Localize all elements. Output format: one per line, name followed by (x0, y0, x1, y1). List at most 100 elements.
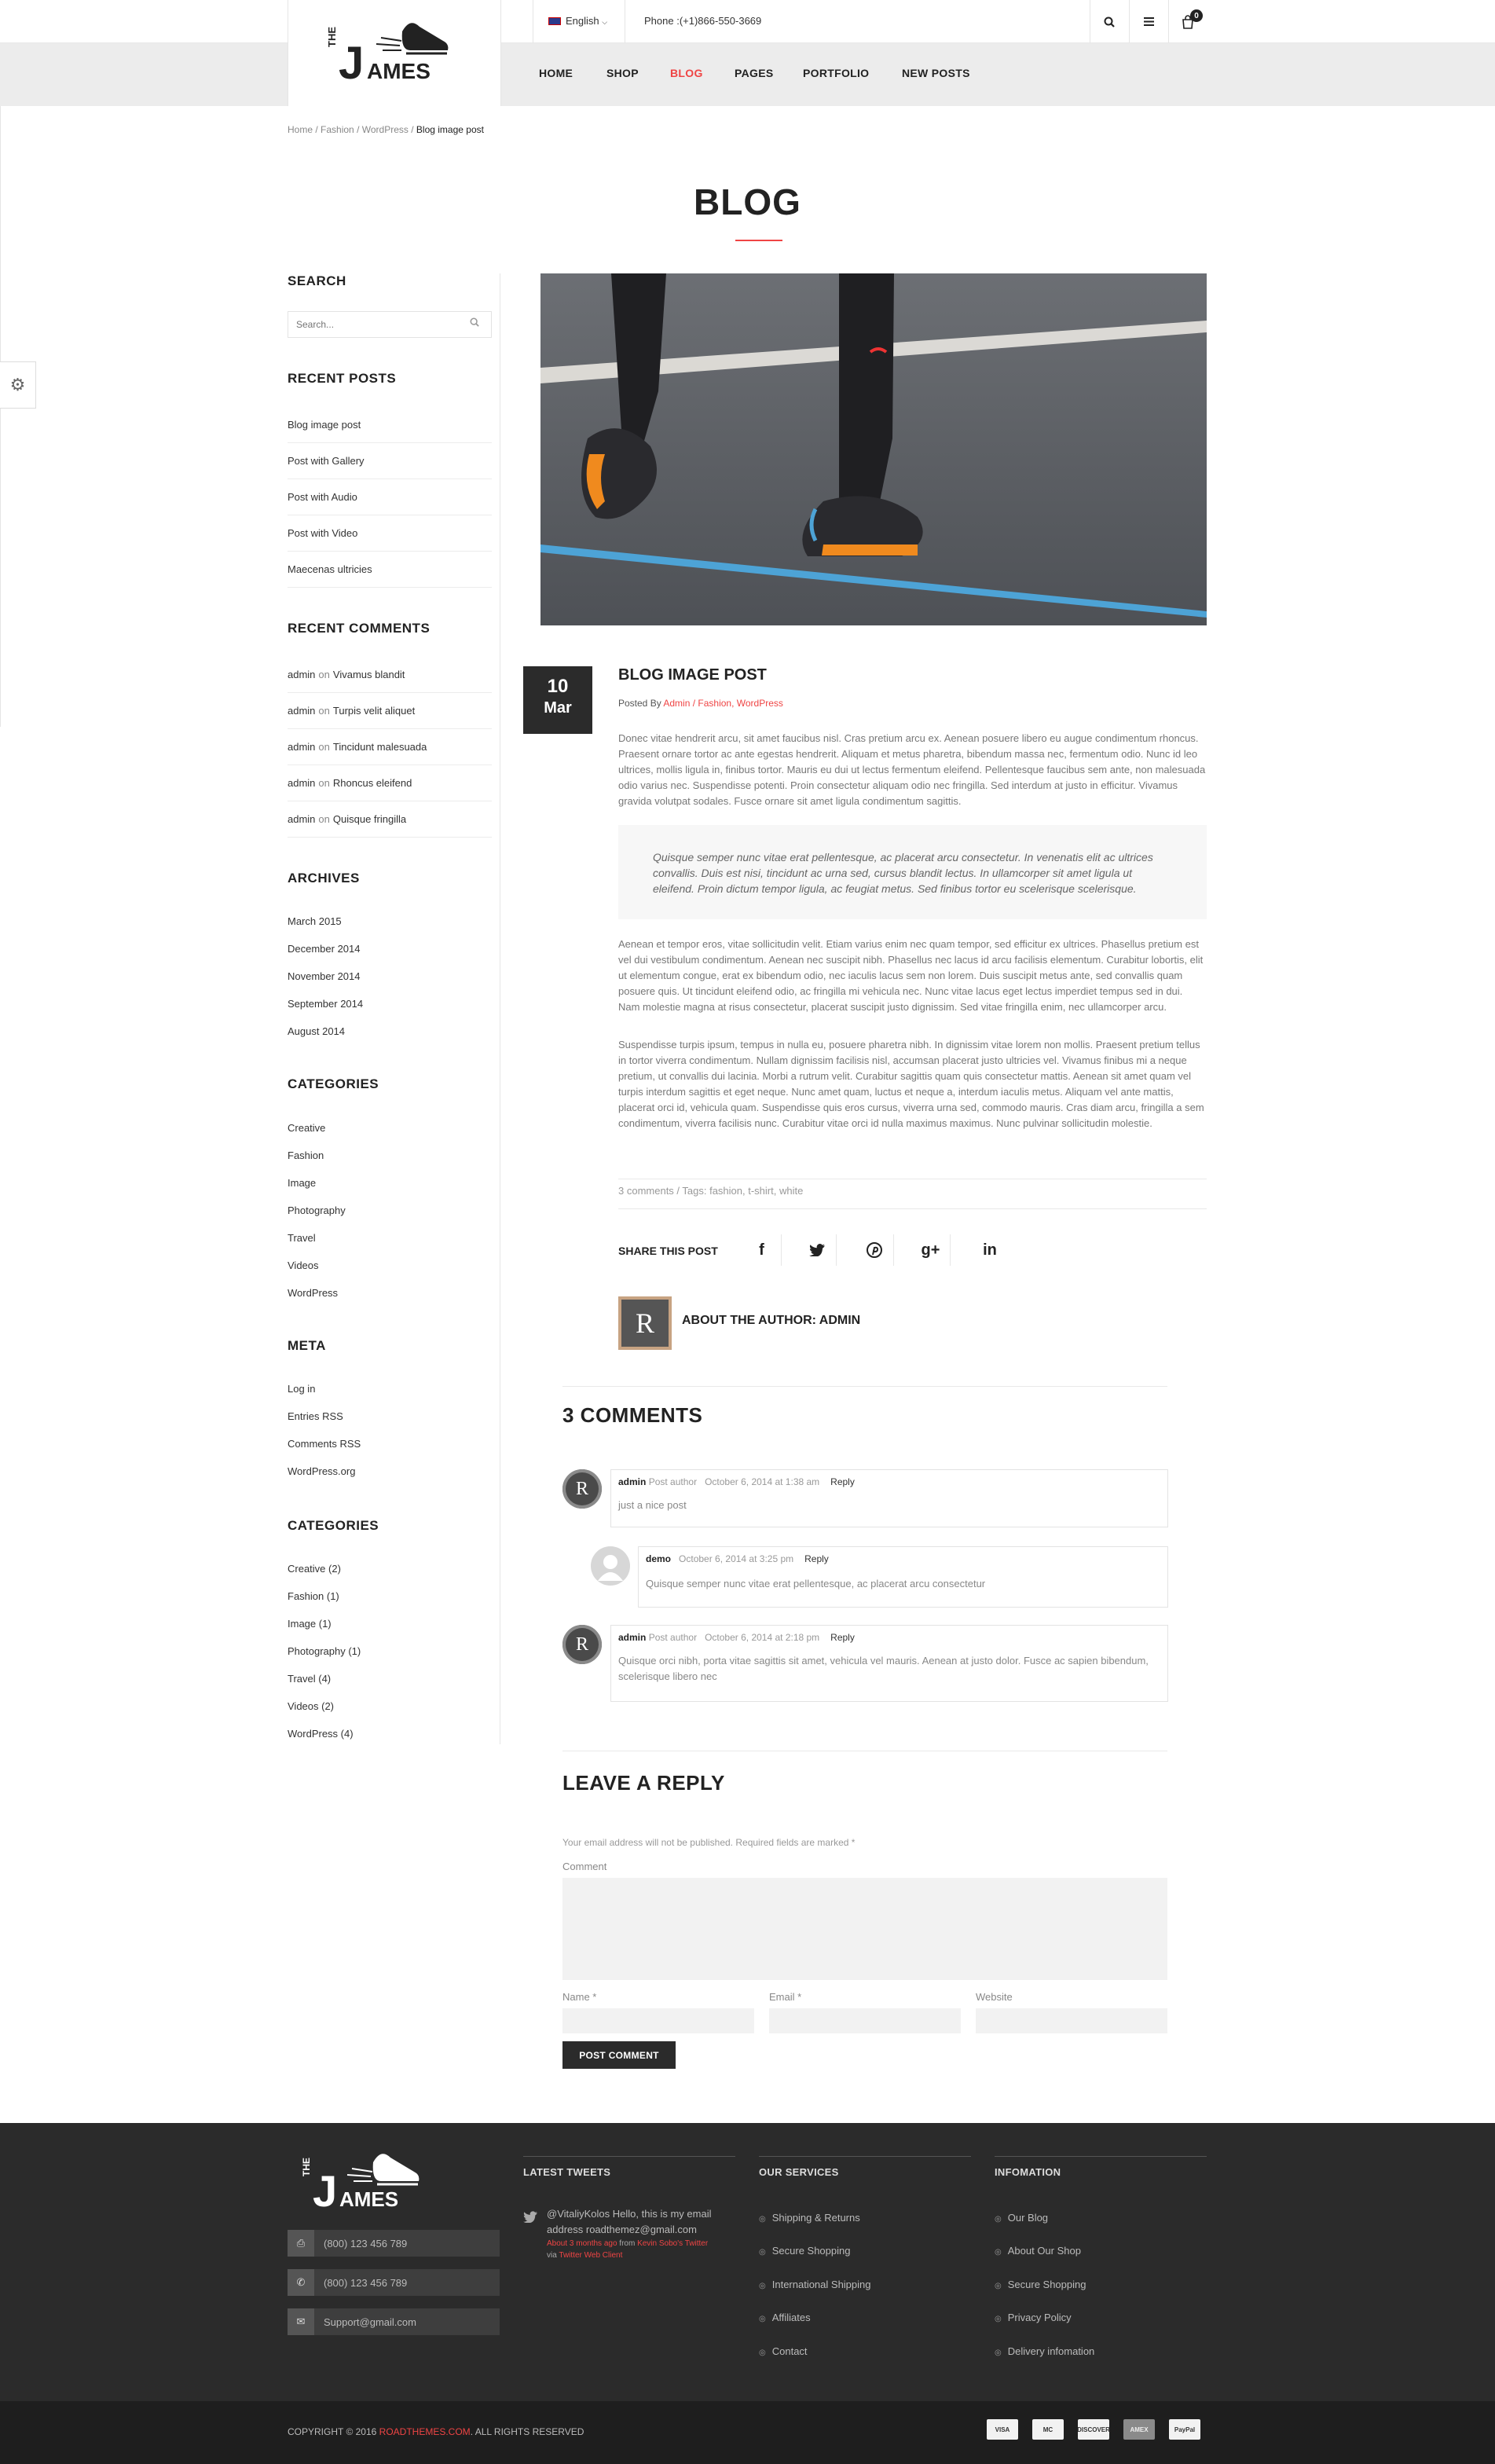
footer-contact[interactable]: ✉ Support@gmail.com (288, 2308, 500, 2335)
flag-uk-icon (548, 17, 561, 25)
reply-link[interactable]: Reply (830, 1476, 855, 1487)
list-item[interactable]: Blog image post (288, 407, 492, 443)
cart-icon[interactable] (1168, 0, 1207, 43)
list-item[interactable]: Travel (288, 1224, 492, 1252)
comment-header: demo October 6, 2014 at 3:25 pm Reply (646, 1553, 829, 1564)
facebook-icon[interactable]: f (742, 1234, 782, 1266)
footer-contact[interactable]: ✆ (800) 123 456 789 (288, 2269, 500, 2296)
breadcrumb-fashion[interactable]: Fashion (321, 124, 354, 135)
email-icon: ✉ (288, 2308, 314, 2335)
site-logo[interactable]: THE J AMES (288, 0, 501, 106)
list-item[interactable]: Creative (288, 1114, 492, 1142)
reply-title: LEAVE A REPLY (562, 1771, 725, 1795)
post-paragraph: Aenean et tempor eros, vitae sollicitudi… (618, 938, 1204, 1013)
pinterest-icon[interactable] (855, 1234, 894, 1266)
google-plus-icon[interactable]: g+ (911, 1234, 951, 1266)
list-item[interactable]: Log in (288, 1375, 492, 1402)
about-author-title[interactable]: ABOUT THE AUTHOR: ADMIN (682, 1314, 860, 1328)
comment-text: Quisque orci nibh, porta vitae sagittis … (618, 1655, 1149, 1682)
breadcrumb-home[interactable]: Home (288, 124, 313, 135)
search-icon[interactable] (1090, 0, 1129, 43)
list-item[interactable]: Creative (2) (288, 1555, 492, 1582)
list-item[interactable]: September 2014 (288, 990, 492, 1018)
twitter-icon[interactable] (797, 1234, 837, 1266)
archives-list: March 2015 December 2014 November 2014 S… (288, 908, 492, 1045)
paypal-icon: PayPal (1169, 2419, 1200, 2440)
list-item[interactable]: Post with Audio (288, 479, 492, 515)
list-item[interactable]: Fashion (1) (288, 1582, 492, 1610)
list-item[interactable]: November 2014 (288, 962, 492, 990)
services-title: OUR SERVICES (759, 2156, 971, 2178)
website-field[interactable] (976, 2008, 1167, 2033)
footer-link[interactable]: International Shipping (759, 2279, 871, 2290)
archives-title: ARCHIVES (288, 871, 360, 886)
menu-icon[interactable] (1129, 0, 1168, 43)
post-meta-links[interactable]: Admin / Fashion, WordPress (663, 698, 783, 709)
list-item[interactable]: Photography (1) (288, 1637, 492, 1665)
list-item[interactable]: Videos (2) (288, 1692, 492, 1720)
list-item[interactable]: March 2015 (288, 908, 492, 935)
list-item[interactable]: Post with Gallery (288, 443, 492, 479)
footer-link[interactable]: Contact (759, 2345, 808, 2357)
list-item[interactable]: December 2014 (288, 935, 492, 962)
post-date-badge: 10 Mar (523, 666, 592, 734)
footer-link[interactable]: Our Blog (995, 2212, 1048, 2224)
linkedin-icon[interactable]: in (970, 1234, 1009, 1266)
categories-title: CATEGORIES (288, 1076, 379, 1091)
list-item[interactable]: Entries RSS (288, 1402, 492, 1430)
list-item[interactable]: Comments RSS (288, 1430, 492, 1458)
reply-link[interactable]: Reply (804, 1553, 829, 1564)
chevron-down-icon: ⌵ (602, 18, 608, 26)
list-item[interactable]: Maecenas ultricies (288, 552, 492, 588)
svg-text:THE: THE (301, 2158, 312, 2176)
list-item[interactable]: Image (288, 1169, 492, 1197)
tweets-title: LATEST TWEETS (523, 2156, 735, 2178)
list-item[interactable]: August 2014 (288, 1018, 492, 1045)
footer-logo[interactable]: THE J AMES (299, 2145, 432, 2218)
footer-link[interactable]: Delivery infomation (995, 2345, 1095, 2357)
meta-list: Log in Entries RSS Comments RSS WordPres… (288, 1375, 492, 1485)
footer-link[interactable]: Secure Shopping (995, 2279, 1086, 2290)
categories2-title: CATEGORIES (288, 1518, 379, 1533)
author-avatar: R (618, 1296, 672, 1350)
list-item[interactable]: WordPress.org (288, 1458, 492, 1485)
avatar (591, 1546, 630, 1586)
nav-pages[interactable]: PAGES (735, 67, 773, 79)
email-field[interactable] (769, 2008, 961, 2033)
language-select[interactable]: English ⌵ (548, 15, 607, 27)
nav-portfolio[interactable]: PORTFOLIO (803, 67, 869, 79)
nav-home[interactable]: HOME (539, 67, 573, 79)
name-field[interactable] (562, 2008, 754, 2033)
discover-icon: DISCOVER (1077, 2419, 1110, 2440)
search-input[interactable] (288, 311, 492, 338)
logo-graphic: THE J AMES (326, 23, 449, 89)
website-label: Website (976, 1991, 1013, 2003)
footer-link[interactable]: About Our Shop (995, 2245, 1081, 2257)
list-item[interactable]: Image (1) (288, 1610, 492, 1637)
nav-shop[interactable]: SHOP (606, 67, 639, 79)
list-item[interactable]: Fashion (288, 1142, 492, 1169)
list-item[interactable]: Travel (4) (288, 1665, 492, 1692)
list-item[interactable]: Post with Video (288, 515, 492, 552)
nav-blog[interactable]: BLOG (670, 67, 703, 79)
reply-link[interactable]: Reply (830, 1632, 855, 1643)
list-item[interactable]: WordPress (288, 1279, 492, 1307)
post-comment-button[interactable]: POST COMMENT (562, 2041, 676, 2069)
share-label: SHARE THIS POST (618, 1245, 718, 1257)
footer-link[interactable]: Privacy Policy (995, 2312, 1072, 2323)
footer-link[interactable]: Shipping & Returns (759, 2212, 860, 2224)
footer-link[interactable]: Secure Shopping (759, 2245, 851, 2257)
footer-link[interactable]: Affiliates (759, 2312, 811, 2323)
recent-comments-title: RECENT COMMENTS (288, 621, 431, 636)
breadcrumb-wordpress[interactable]: WordPress (362, 124, 409, 135)
list-item[interactable]: Videos (288, 1252, 492, 1279)
nav-new-posts[interactable]: NEW POSTS (902, 67, 970, 79)
comment-field[interactable] (562, 1878, 1167, 1980)
list-item[interactable]: Photography (288, 1197, 492, 1224)
post-tags[interactable]: 3 comments / Tags: fashion, t-shirt, whi… (618, 1185, 803, 1197)
search-icon[interactable] (470, 317, 479, 329)
footer-contact[interactable]: ⎙ (800) 123 456 789 (288, 2230, 500, 2257)
settings-gear-icon[interactable]: ⚙ (0, 361, 36, 409)
list-item[interactable]: WordPress (4) (288, 1720, 492, 1747)
header-phone: Phone :(+1)866-550-3669 (644, 15, 762, 27)
